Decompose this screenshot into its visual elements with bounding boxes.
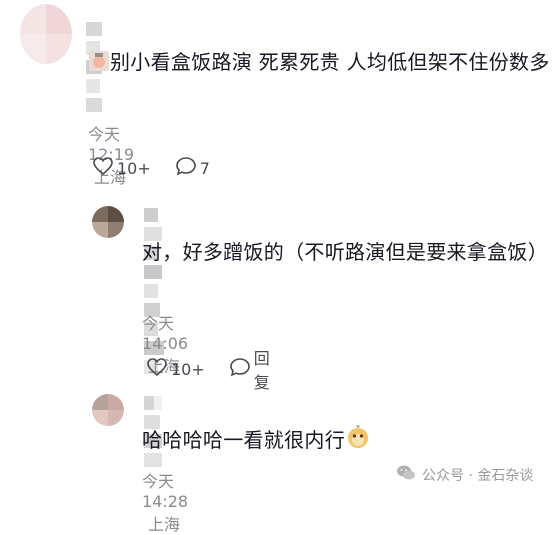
reply-button[interactable]: 回复: [229, 345, 270, 393]
comment-meta: 今天 14:28 上海: [142, 468, 188, 535]
avatar[interactable]: [92, 206, 124, 238]
watermark-text: 公众号 · 金石杂谈: [422, 468, 534, 484]
comment-location: 上海: [148, 515, 181, 534]
like-count: 10+: [171, 359, 205, 379]
comment-text: 对，好多蹭饭的（不听路演但是要来拿盒饭）: [142, 240, 548, 264]
watermark: 公众号 · 金石杂谈: [396, 464, 533, 486]
avatar[interactable]: [20, 4, 72, 64]
reply-button[interactable]: 7: [175, 156, 210, 180]
reply-label: 回复: [253, 349, 270, 392]
comment-text: 哈哈哈哈一看就很内行: [142, 424, 542, 459]
emoji-icon: [88, 49, 110, 81]
comment-bubble-icon: [229, 357, 254, 381]
comment-time: 今天 14:28: [142, 472, 189, 511]
like-button[interactable]: 10+: [92, 156, 151, 180]
comment-text: 别小看盒饭路演 死累死贵 人均低但架不住份数多: [88, 46, 558, 81]
like-count: 10+: [117, 158, 151, 178]
heart-icon: [146, 357, 171, 381]
like-button[interactable]: 10+: [146, 357, 205, 381]
comment-actions: 10+ 7: [92, 156, 234, 180]
comment-bubble-icon: [175, 156, 200, 180]
reply-count: 7: [199, 158, 210, 178]
avatar[interactable]: [92, 394, 124, 426]
username-blurred[interactable]: [144, 208, 164, 374]
emoji-icon: [345, 424, 371, 459]
heart-icon: [92, 156, 117, 180]
username-blurred[interactable]: [144, 396, 162, 467]
wechat-icon: [396, 464, 422, 486]
comment-actions: 10+ 回复: [146, 345, 294, 393]
username-blurred[interactable]: [86, 22, 102, 112]
